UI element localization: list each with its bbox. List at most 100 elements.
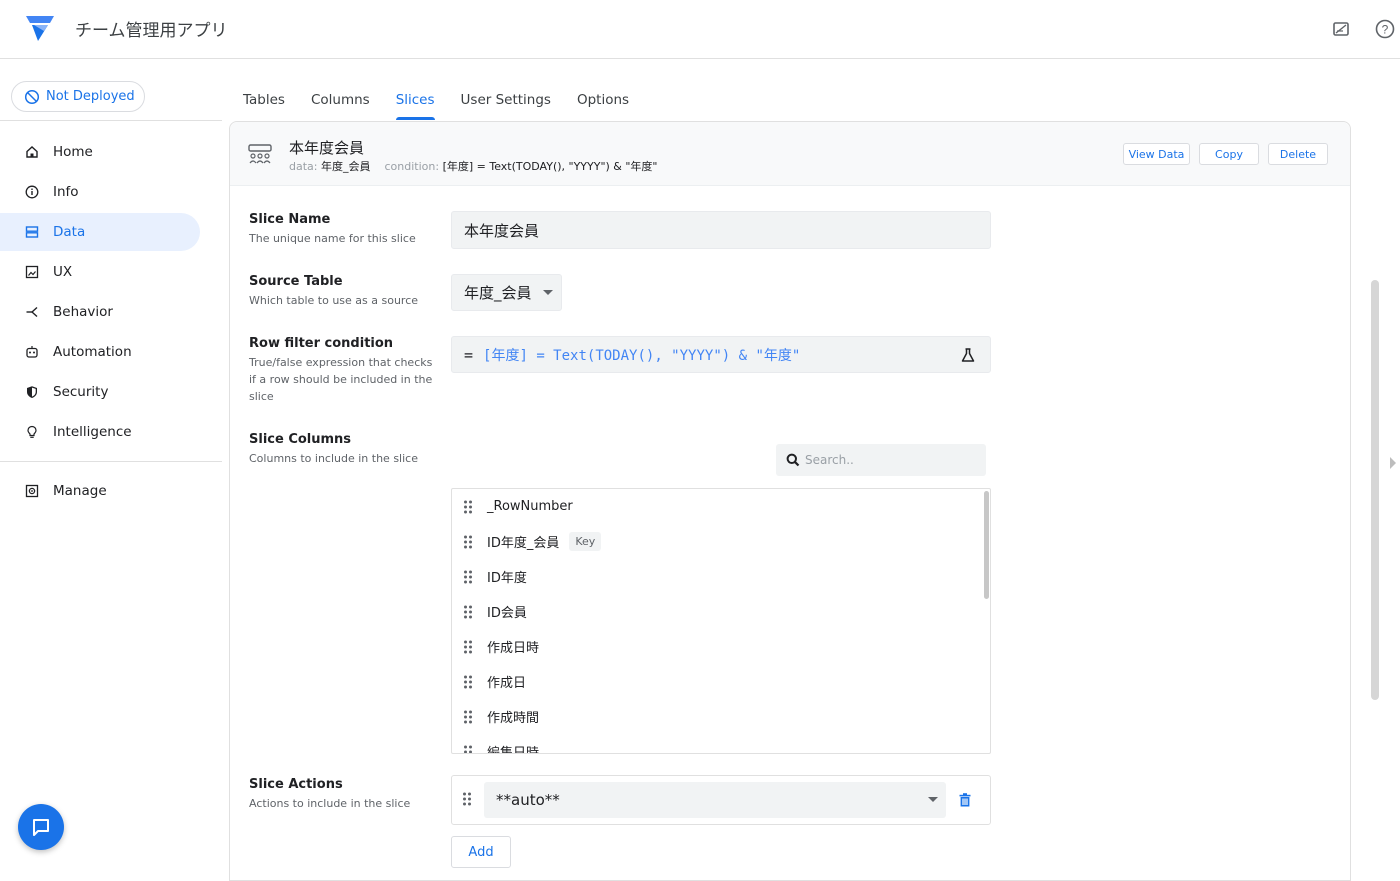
column-list-item[interactable]: 作成時間 [452, 699, 990, 734]
slice-actions-help: Actions to include in the slice [249, 797, 411, 810]
automation-icon [26, 346, 38, 358]
drag-handle-icon[interactable] [463, 710, 473, 724]
deploy-status-label: Not Deployed [46, 89, 135, 104]
drag-handle-icon[interactable] [463, 640, 473, 654]
sidebar-item-label: Automation [53, 344, 132, 360]
top-bar: チーム管理用アプリ ? [0, 0, 1400, 59]
slice-columns-label: Slice Columns [249, 432, 352, 447]
expand-right-panel-icon[interactable] [1389, 456, 1397, 470]
svg-text:?: ? [1382, 23, 1389, 37]
row-filter-expression-input[interactable]: = [年度] = Text(TODAY(), "YYYY") & "年度" [451, 336, 991, 373]
source-table-value: 年度_会員 [464, 284, 532, 302]
sidebar-item-label: Behavior [53, 304, 113, 320]
drag-handle-icon[interactable] [463, 570, 473, 584]
chat-icon [33, 819, 49, 836]
preview-toggle-icon[interactable] [1330, 18, 1352, 40]
source-table-label: Source Table [249, 274, 343, 289]
sidebar-item-home[interactable]: Home [0, 133, 200, 171]
slice-title: 本年度会員 [289, 139, 365, 157]
sidebar-item-ux[interactable]: UX [0, 253, 200, 291]
tab-tables[interactable]: Tables [243, 80, 285, 120]
column-list-item[interactable]: 編集日時 [452, 734, 990, 755]
meta-data-value: 年度_会員 [320, 160, 371, 173]
add-action-button[interactable]: Add [451, 836, 511, 868]
chat-button[interactable] [18, 804, 64, 850]
sidebar-item-info[interactable]: Info [0, 173, 200, 211]
sidebar-item-label: Security [53, 384, 109, 400]
source-table-select[interactable]: 年度_会員 [451, 274, 562, 311]
sidebar-item-intelligence[interactable]: Intelligence [0, 413, 200, 451]
drag-handle-icon[interactable] [463, 500, 473, 514]
sidebar-item-data[interactable]: Data [0, 213, 200, 251]
drag-handle-icon[interactable] [463, 605, 473, 619]
slice-name-input[interactable]: 本年度会員 [451, 211, 991, 249]
slice-name-help: The unique name for this slice [249, 232, 416, 245]
slice-header[interactable]: 本年度会員 data: 年度_会員 condition: [年度] = Text… [230, 122, 1350, 186]
slice-editor-panel: 本年度会員 data: 年度_会員 condition: [年度] = Text… [229, 121, 1351, 881]
column-list-item[interactable]: ID会員 [452, 594, 990, 629]
delete-trash-icon[interactable] [959, 793, 971, 807]
view-data-button[interactable]: View Data [1123, 143, 1190, 165]
page-scrollbar[interactable] [1371, 280, 1379, 700]
tab-options[interactable]: Options [577, 80, 629, 120]
dropdown-arrow-icon [543, 290, 553, 295]
deploy-status-button[interactable]: Not Deployed [11, 81, 145, 112]
slice-actions-row: **auto** [451, 775, 991, 825]
drag-handle-icon[interactable] [462, 792, 472, 806]
search-placeholder: Search.. [805, 453, 854, 467]
flask-test-icon[interactable] [960, 347, 976, 363]
info-icon [25, 185, 39, 199]
sidebar-item-label: UX [53, 264, 73, 280]
column-name: 作成日 [487, 676, 527, 691]
slice-name-label: Slice Name [249, 212, 331, 227]
row-filter-label: Row filter condition [249, 336, 394, 351]
column-name: _RowNumber [487, 499, 573, 514]
sidebar-item-behavior[interactable]: Behavior [0, 293, 200, 331]
sidebar-divider [0, 461, 222, 462]
column-name: ID年度 [487, 571, 527, 586]
help-icon[interactable]: ? [1374, 18, 1396, 40]
drag-handle-icon[interactable] [463, 745, 473, 755]
sidebar-item-label: Info [53, 184, 79, 200]
column-list-scrollbar[interactable] [984, 491, 989, 599]
row-filter-expression: [年度] = Text(TODAY(), "YYYY") & "年度" [483, 347, 801, 364]
meta-condition-value: [年度] = Text(TODAY(), "YYYY") & "年度" [442, 160, 658, 173]
column-list-item[interactable]: ID年度_会員 Key [452, 524, 990, 559]
sidebar-item-label: Manage [53, 483, 107, 499]
column-name: ID年度_会員 [487, 536, 560, 551]
column-list-item[interactable]: _RowNumber [452, 489, 990, 524]
search-icon [786, 453, 800, 467]
app-title: チーム管理用アプリ [75, 21, 228, 41]
slice-actions-label: Slice Actions [249, 777, 343, 792]
column-search-input[interactable]: Search.. [776, 444, 986, 476]
tab-user-settings[interactable]: User Settings [461, 80, 551, 120]
tab-columns[interactable]: Columns [311, 80, 370, 120]
meta-condition-label: condition: [384, 160, 440, 173]
home-icon [26, 146, 38, 158]
sidebar-item-label: Home [53, 144, 93, 160]
slice-action-value: **auto** [496, 791, 560, 809]
tab-slices[interactable]: Slices [395, 80, 435, 120]
column-list-item[interactable]: 作成日 [452, 664, 990, 699]
column-name: 編集日時 [487, 746, 540, 754]
sidebar-item-label: Data [53, 224, 86, 240]
copy-button[interactable]: Copy [1199, 143, 1259, 165]
slice-action-select[interactable]: **auto** [484, 782, 946, 818]
slice-columns-list[interactable]: _RowNumber ID年度_会員 Key ID年度 ID会員 作成日時作成日作成時間編… [451, 488, 991, 754]
sidebar-item-automation[interactable]: Automation [0, 333, 200, 371]
slice-meta: data: 年度_会員 condition: [年度] = Text(TODAY… [289, 158, 658, 174]
row-filter-help: True/false expression that checks if a r… [249, 356, 433, 403]
appsheet-logo[interactable] [24, 14, 56, 42]
column-list-item[interactable]: ID年度 [452, 559, 990, 594]
sidebar-item-security[interactable]: Security [0, 373, 200, 411]
sidebar-item-manage[interactable]: Manage [0, 472, 200, 510]
delete-button[interactable]: Delete [1268, 143, 1328, 165]
drag-handle-icon[interactable] [463, 535, 473, 549]
manage-icon [25, 484, 39, 498]
data-icon [25, 226, 39, 238]
drag-handle-icon[interactable] [463, 675, 473, 689]
key-badge: Key [569, 532, 602, 551]
shield-icon [27, 386, 37, 398]
slice-columns-help: Columns to include in the slice [249, 452, 418, 465]
column-list-item[interactable]: 作成日時 [452, 629, 990, 664]
